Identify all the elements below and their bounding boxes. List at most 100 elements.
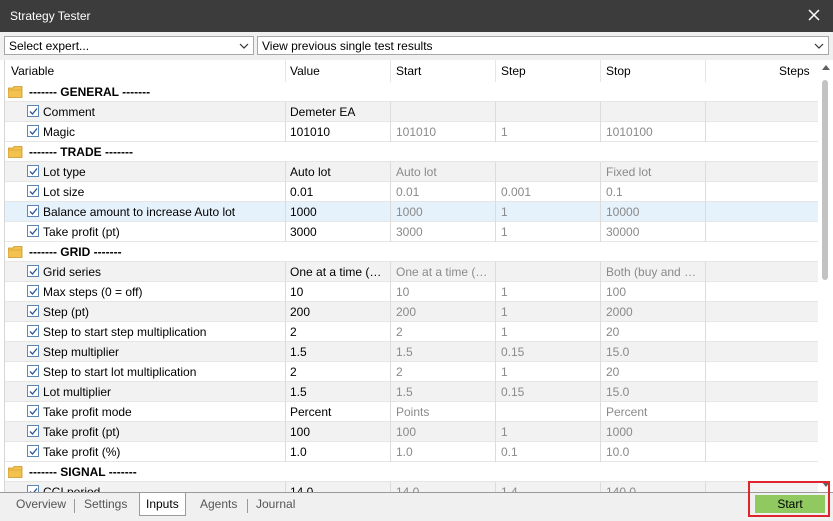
checkbox[interactable] [27, 125, 39, 137]
param-stop[interactable]: 100 [606, 285, 702, 299]
tab-agents[interactable]: Agents [200, 497, 237, 511]
param-start[interactable]: 101010 [396, 125, 492, 139]
param-start[interactable]: 14.0 [396, 485, 492, 492]
param-value[interactable]: 14.0 [290, 485, 386, 492]
param-step[interactable]: 1 [501, 285, 597, 299]
param-stop[interactable]: 10.0 [606, 445, 702, 459]
param-value[interactable]: 2 [290, 325, 386, 339]
param-step[interactable]: 0.15 [501, 385, 597, 399]
group-row[interactable]: ------- GRID ------- [5, 242, 818, 262]
param-row[interactable]: Comment Demeter EA [5, 102, 818, 122]
close-icon[interactable] [805, 6, 823, 24]
param-value[interactable]: 3000 [290, 225, 386, 239]
param-row[interactable]: Lot type Auto lot Auto lot Fixed lot [5, 162, 818, 182]
param-value[interactable]: Demeter EA [290, 105, 386, 119]
checkbox[interactable] [27, 345, 39, 357]
param-stop[interactable]: 2000 [606, 305, 702, 319]
param-start[interactable]: Points [396, 405, 492, 419]
param-stop[interactable]: 20 [606, 325, 702, 339]
param-row[interactable]: Magic 101010 101010 1 1010100 [5, 122, 818, 142]
column-header-stop[interactable]: Stop [606, 64, 631, 78]
param-stop[interactable]: 1000 [606, 425, 702, 439]
checkbox[interactable] [27, 325, 39, 337]
param-start[interactable]: Auto lot [396, 165, 492, 179]
checkbox[interactable] [27, 105, 39, 117]
param-stop[interactable]: 15.0 [606, 385, 702, 399]
param-start[interactable]: 1.0 [396, 445, 492, 459]
param-row[interactable]: Step multiplier 1.5 1.5 0.15 15.0 [5, 342, 818, 362]
param-row[interactable]: Take profit mode Percent Points Percent [5, 402, 818, 422]
checkbox[interactable] [27, 365, 39, 377]
param-stop[interactable]: 10000 [606, 205, 702, 219]
vertical-scrollbar[interactable] [818, 60, 833, 492]
column-header-step[interactable]: Step [501, 64, 526, 78]
checkbox[interactable] [27, 485, 39, 492]
param-row[interactable]: Lot size 0.01 0.01 0.001 0.1 [5, 182, 818, 202]
param-row[interactable]: Step (pt) 200 200 1 2000 [5, 302, 818, 322]
param-start[interactable]: 0.01 [396, 185, 492, 199]
scrollbar-thumb[interactable] [822, 80, 828, 280]
checkbox[interactable] [27, 165, 39, 177]
param-row[interactable]: CCI period 14.0 14.0 1.4 140.0 [5, 482, 818, 492]
param-start[interactable]: 100 [396, 425, 492, 439]
param-start[interactable]: 200 [396, 305, 492, 319]
start-button[interactable]: Start [755, 495, 825, 513]
param-value[interactable]: 10 [290, 285, 386, 299]
param-step[interactable]: 0.1 [501, 445, 597, 459]
param-start[interactable]: 3000 [396, 225, 492, 239]
param-value[interactable]: 1.5 [290, 345, 386, 359]
param-value[interactable]: 0.01 [290, 185, 386, 199]
param-step[interactable]: 1 [501, 425, 597, 439]
param-start[interactable]: 1.5 [396, 345, 492, 359]
param-stop[interactable]: Percent [606, 405, 702, 419]
param-start[interactable]: 1000 [396, 205, 492, 219]
column-header-variable[interactable]: Variable [11, 64, 54, 78]
checkbox[interactable] [27, 425, 39, 437]
param-step[interactable]: 1 [501, 365, 597, 379]
tab-overview[interactable]: Overview [16, 497, 66, 511]
param-row[interactable]: Step to start lot multiplication 2 2 1 20 [5, 362, 818, 382]
param-stop[interactable]: 0.1 [606, 185, 702, 199]
param-value[interactable]: Percent [290, 405, 386, 419]
param-value[interactable]: 2 [290, 365, 386, 379]
param-row[interactable]: Max steps (0 = off) 10 10 1 100 [5, 282, 818, 302]
param-value[interactable]: 1000 [290, 205, 386, 219]
param-start[interactable]: 10 [396, 285, 492, 299]
param-value[interactable]: One at a time (b... [290, 265, 386, 279]
param-row[interactable]: Step to start step multiplication 2 2 1 20 [5, 322, 818, 342]
tab-settings[interactable]: Settings [84, 497, 127, 511]
param-stop[interactable]: 1010100 [606, 125, 702, 139]
checkbox[interactable] [27, 225, 39, 237]
param-step[interactable]: 1 [501, 125, 597, 139]
param-row[interactable]: Take profit (pt) 100 100 1 1000 [5, 422, 818, 442]
param-start[interactable]: One at a time (b... [396, 265, 492, 279]
param-row[interactable]: Lot multiplier 1.5 1.5 0.15 15.0 [5, 382, 818, 402]
checkbox[interactable] [27, 265, 39, 277]
param-step[interactable]: 1 [501, 205, 597, 219]
checkbox[interactable] [27, 185, 39, 197]
column-header-steps[interactable]: Steps [779, 64, 810, 78]
param-stop[interactable]: 20 [606, 365, 702, 379]
checkbox[interactable] [27, 405, 39, 417]
param-row[interactable]: Take profit (%) 1.0 1.0 0.1 10.0 [5, 442, 818, 462]
param-step[interactable]: 1 [501, 225, 597, 239]
param-value[interactable]: 101010 [290, 125, 386, 139]
column-header-value[interactable]: Value [290, 64, 320, 78]
tab-inputs[interactable]: Inputs [139, 493, 186, 516]
checkbox[interactable] [27, 205, 39, 217]
tab-journal[interactable]: Journal [256, 497, 295, 511]
checkbox[interactable] [27, 285, 39, 297]
param-value[interactable]: 1.5 [290, 385, 386, 399]
param-step[interactable]: 0.15 [501, 345, 597, 359]
param-step[interactable]: 1 [501, 305, 597, 319]
param-stop[interactable]: 15.0 [606, 345, 702, 359]
checkbox[interactable] [27, 445, 39, 457]
results-select[interactable]: View previous single test results [257, 36, 829, 55]
param-value[interactable]: 100 [290, 425, 386, 439]
param-start[interactable]: 2 [396, 365, 492, 379]
param-stop[interactable]: Fixed lot [606, 165, 702, 179]
param-step[interactable]: 1.4 [501, 485, 597, 492]
group-row[interactable]: ------- TRADE ------- [5, 142, 818, 162]
param-start[interactable]: 2 [396, 325, 492, 339]
param-row[interactable]: Take profit (pt) 3000 3000 1 30000 [5, 222, 818, 242]
